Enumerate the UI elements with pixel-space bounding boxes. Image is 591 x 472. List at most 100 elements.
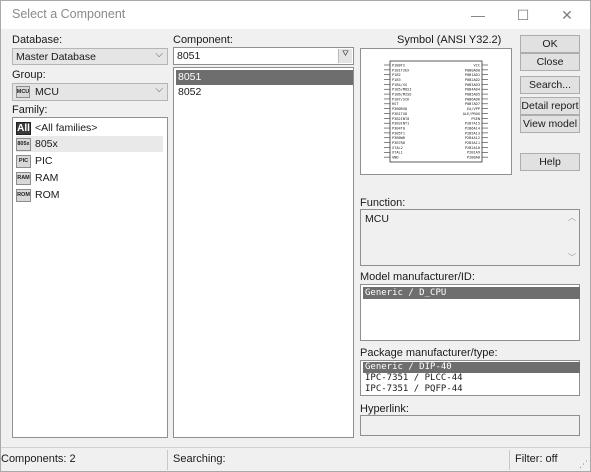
pin-label: P2B4A12 — [465, 136, 480, 140]
chevron-down-icon: ⌵ — [155, 84, 163, 95]
detail-report-button[interactable]: Detail report — [520, 97, 580, 115]
all-families-icon: All — [16, 121, 31, 135]
component-label: Component: — [173, 34, 233, 46]
maximize-button[interactable]: ☐ — [501, 1, 545, 29]
group-dropdown[interactable]: MCU MCU ⌵ — [12, 83, 168, 101]
component-item-8052[interactable]: 8052 — [176, 85, 353, 100]
pin-label: P3B1TXD — [392, 112, 407, 116]
pin-label: P2B6A14 — [465, 126, 480, 130]
pin-label: P3B6WR — [392, 136, 406, 140]
family-item-pic[interactable]: PIC PIC — [16, 153, 163, 169]
ok-button[interactable]: OK — [520, 35, 580, 53]
family-item-rom[interactable]: ROM ROM — [16, 187, 163, 203]
component-search-input[interactable]: 8051 ⛛ — [173, 47, 354, 65]
close-button[interactable]: Close — [520, 53, 580, 71]
pin-label: P0B1AD1 — [465, 73, 480, 77]
symbol-preview: P1B0T2 P1B1T2EX P1B2 P1B3 P1B4/SS P1B5/MOSI P1… — [360, 48, 512, 175]
family-item-label: 805x — [35, 138, 58, 150]
select-component-dialog: Select a Component — ☐ ✕ Database: Maste… — [0, 0, 591, 472]
status-bar: Components: 2 Searching: Filter: off ⋰ — [1, 447, 590, 471]
family-item-label: RAM — [35, 172, 59, 184]
pin-label: P0B6AD6 — [465, 97, 480, 101]
status-separator — [509, 450, 510, 470]
package-list[interactable]: Generic / DIP-40 IPC-7351 / PLCC-44 IPC-… — [360, 360, 580, 396]
status-separator — [167, 450, 168, 470]
scroll-up-icon[interactable]: ︿ — [568, 212, 576, 223]
function-value: MCU — [365, 213, 389, 225]
scroll-down-icon[interactable]: ﹀ — [568, 252, 576, 263]
pin-label: RST — [392, 102, 399, 106]
component-search-value: 8051 — [177, 50, 201, 62]
model-item[interactable]: Generic / D_CPU — [363, 287, 580, 299]
pin-label: P3B3INT1 — [392, 122, 409, 126]
model-label: Model manufacturer/ID: — [360, 271, 475, 283]
pin-label: P0B3AD3 — [465, 83, 480, 87]
pin-label: P1B6/MISO — [392, 93, 411, 97]
pin-label: P1B3 — [392, 78, 401, 82]
chevron-down-icon: ⌵ — [155, 49, 163, 60]
family-item-ram[interactable]: RAM RAM — [16, 170, 163, 186]
status-searching: Searching: — [173, 453, 226, 465]
chip-rom-icon: ROM — [16, 188, 31, 202]
search-button[interactable]: Search... — [520, 76, 580, 94]
chip-pic-icon: PIC — [16, 154, 31, 168]
pin-label: P2B7A15 — [465, 122, 480, 126]
family-item-label: ROM — [35, 189, 60, 201]
pin-label: P3B7RD — [392, 141, 405, 145]
family-list[interactable]: All <All families> 805x 805x PIC PIC RAM… — [12, 117, 168, 438]
pin-label: ALE/PROG — [463, 112, 480, 116]
pin-label: P0B5AD5 — [465, 93, 480, 97]
database-value: Master Database — [16, 51, 96, 63]
help-button[interactable]: Help — [520, 153, 580, 171]
pin-label: P3B5T1 — [392, 131, 405, 135]
pin-label: EA/VPP — [467, 107, 480, 111]
pin-label: P3B0RXD — [392, 107, 407, 111]
chip-805x-icon: 805x — [16, 137, 31, 151]
pin-label: GND — [392, 156, 399, 160]
pin-label: P1B1T2EX — [392, 68, 410, 72]
pin-label: P1B7/SCK — [392, 97, 410, 101]
symbol-label: Symbol (ANSI Y32.2) — [397, 34, 502, 46]
group-value: MCU — [35, 86, 59, 98]
model-list[interactable]: Generic / D_CPU — [360, 284, 580, 341]
pin-label: P1B4/SS — [392, 83, 407, 87]
component-item-8051[interactable]: 8051 — [176, 70, 353, 85]
pin-label: P2B3A11 — [465, 141, 480, 145]
pin-label: P1B0T2 — [392, 63, 405, 67]
pin-label: P2B5A13 — [465, 131, 480, 135]
mcu-icon: MCU — [16, 86, 30, 98]
component-list[interactable]: 8051 8052 — [173, 67, 354, 438]
pin-label: P2B0A8 — [467, 156, 480, 160]
family-item-805x[interactable]: 805x 805x — [16, 136, 163, 152]
status-filter: Filter: off — [515, 453, 558, 465]
pin-label: P3B4T0 — [392, 126, 405, 130]
family-item-all[interactable]: All <All families> — [16, 120, 163, 136]
pin-label: P1B5/MOSI — [392, 88, 411, 92]
filter-icon[interactable]: ⛛ — [338, 49, 352, 63]
database-dropdown[interactable]: Master Database ⌵ — [12, 48, 168, 65]
package-label: Package manufacturer/type: — [360, 347, 498, 359]
pin-label: PSEN — [471, 117, 480, 121]
status-components: Components: 2 — [1, 453, 76, 465]
family-label: Family: — [12, 104, 48, 116]
family-item-label: <All families> — [35, 122, 98, 134]
title-bar: Select a Component — ☐ ✕ — [1, 1, 590, 29]
close-window-button[interactable]: ✕ — [545, 1, 589, 29]
view-model-button[interactable]: View model — [520, 115, 580, 133]
pin-label: XTAL2 — [392, 146, 403, 150]
pin-label: XTAL1 — [392, 151, 403, 155]
function-box: MCU ︿ ﹀ — [360, 209, 580, 266]
minimize-button[interactable]: — — [456, 1, 500, 29]
pin-label: P1B2 — [392, 73, 401, 77]
window-title: Select a Component — [12, 7, 126, 21]
package-item[interactable]: IPC-7351 / PLCC-44 — [363, 373, 580, 384]
pin-label: P2B2A10 — [465, 146, 480, 150]
resize-grip-icon[interactable]: ⋰ — [579, 459, 588, 470]
function-label: Function: — [360, 197, 406, 209]
package-item[interactable]: Generic / DIP-40 — [363, 362, 580, 373]
pin-label: P3B2INT0 — [392, 117, 409, 121]
pin-label: P0B4AD4 — [465, 88, 480, 92]
group-label: Group: — [12, 69, 46, 81]
family-item-label: PIC — [35, 155, 53, 167]
package-item[interactable]: IPC-7351 / PQFP-44 — [363, 384, 580, 395]
